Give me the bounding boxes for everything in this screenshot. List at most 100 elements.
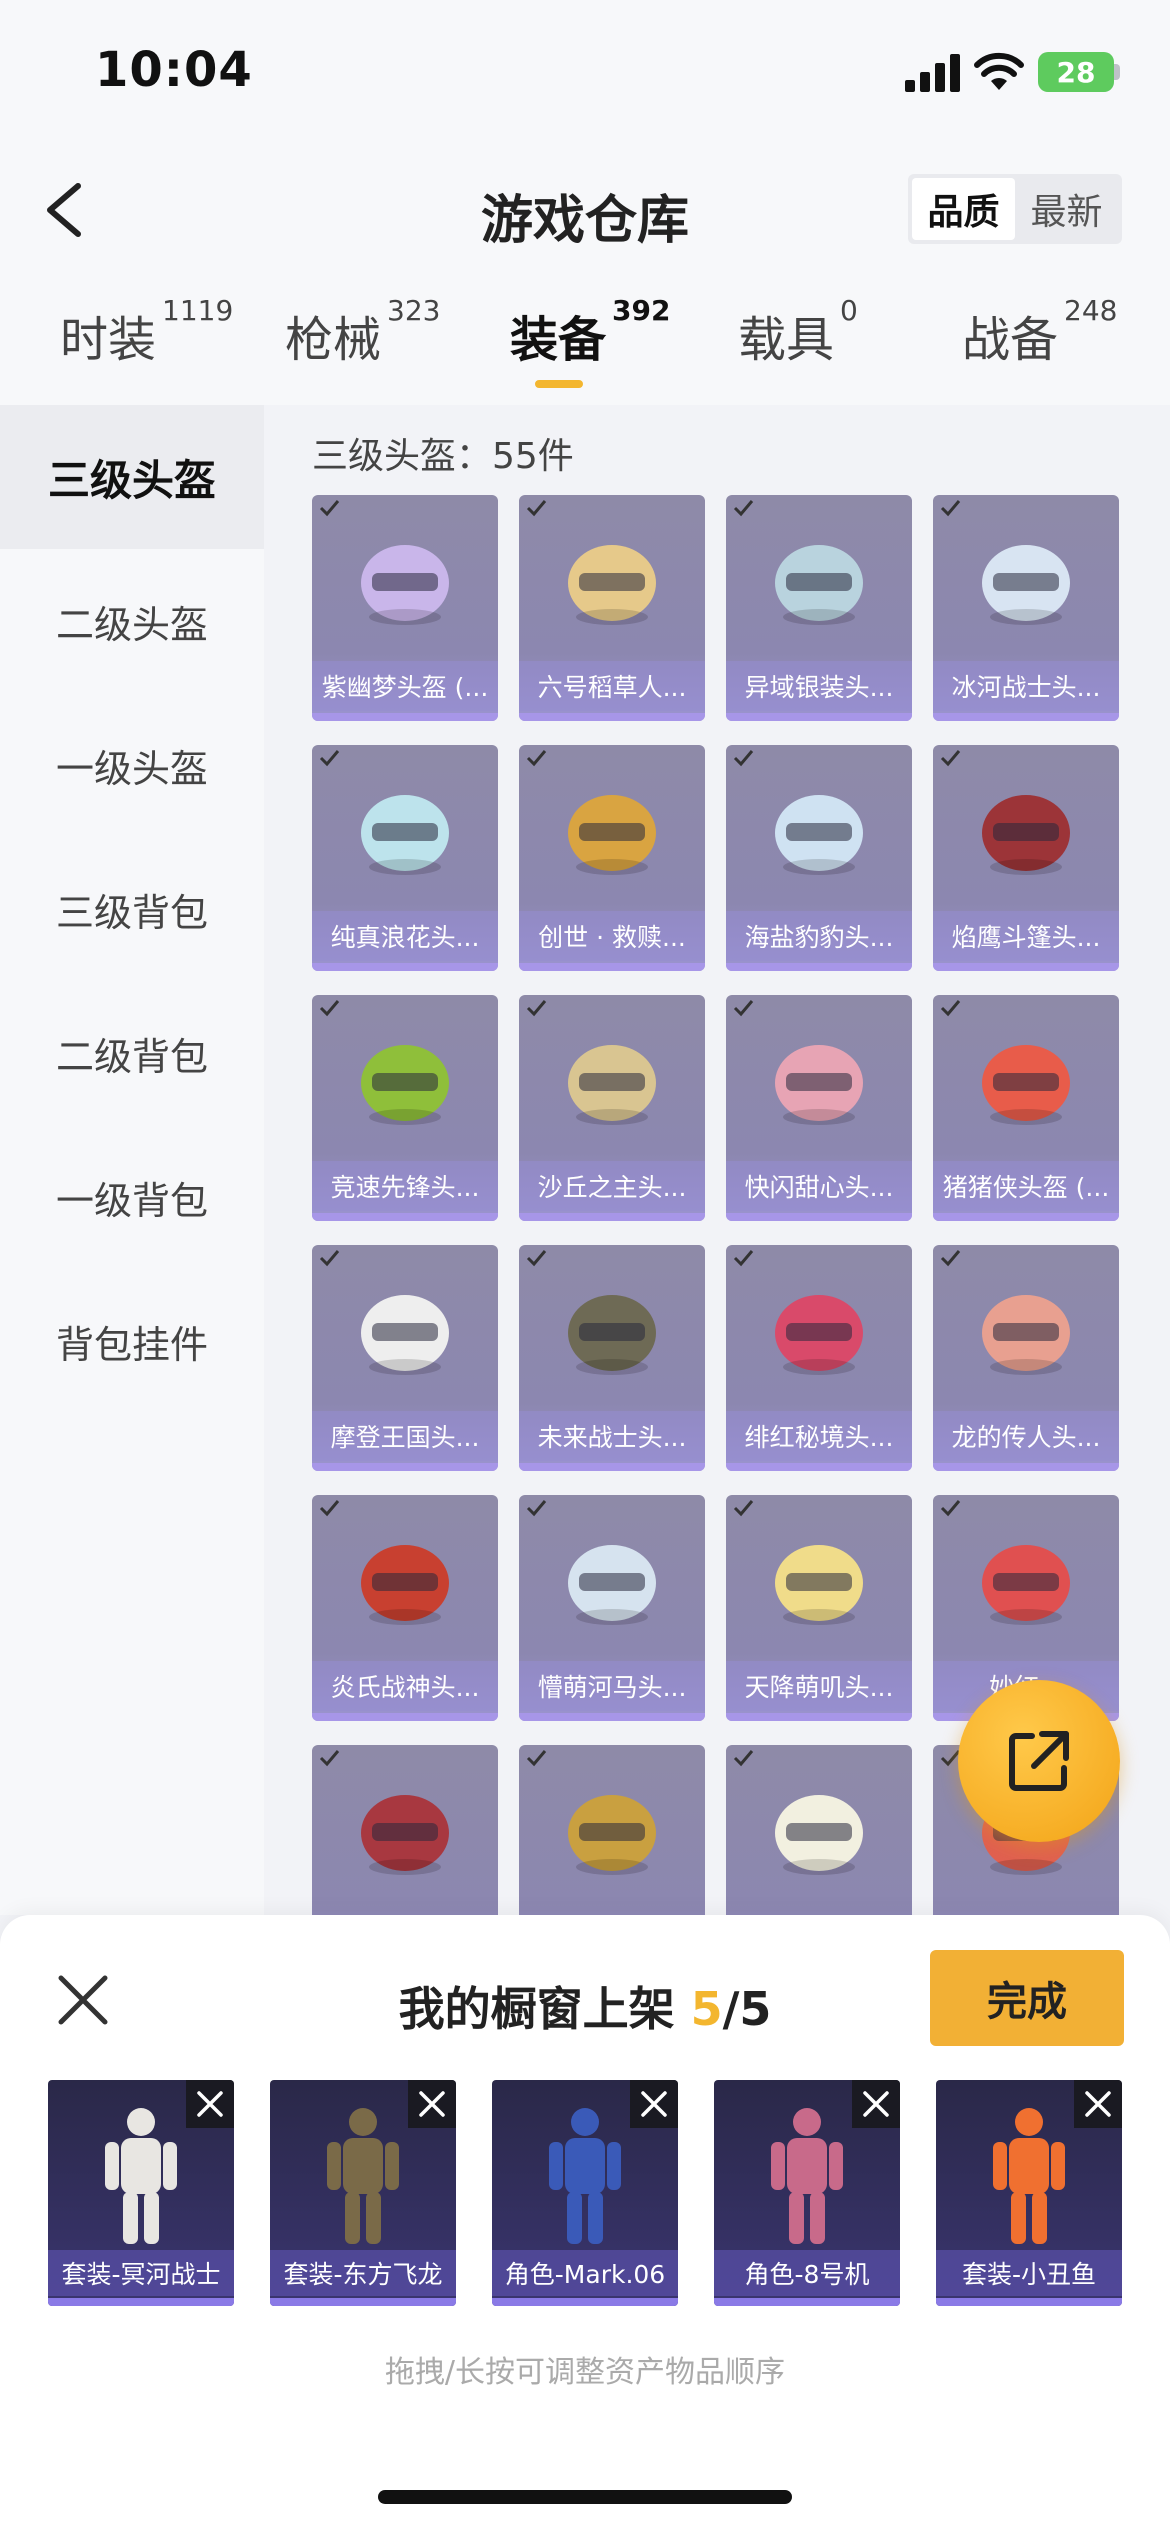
check-icon — [319, 1250, 340, 1267]
helmet-icon — [568, 1795, 656, 1875]
remove-icon[interactable] — [852, 2080, 900, 2128]
check-icon — [733, 1250, 754, 1267]
remove-icon[interactable] — [630, 2080, 678, 2128]
check-icon — [733, 1000, 754, 1017]
helmet-icon — [568, 545, 656, 625]
helmet-icon — [775, 1545, 863, 1625]
tab-count: 1119 — [162, 294, 234, 327]
item-card[interactable]: 海盐豹豹头... — [726, 745, 912, 971]
tab-fashion[interactable]: 时装1119 — [60, 294, 233, 370]
showcase-slot[interactable]: 套装-冥河战士 — [48, 2080, 234, 2306]
character-icon — [549, 2108, 621, 2244]
showcase-slot[interactable]: 角色-Mark.06 — [492, 2080, 678, 2306]
item-card[interactable]: 猪猪侠头盔 (... — [933, 995, 1119, 1221]
item-card[interactable] — [519, 1745, 705, 1915]
sort-newest-button[interactable]: 最新 — [1015, 178, 1118, 240]
showcase-slot[interactable]: 角色-8号机 — [714, 2080, 900, 2306]
item-count-header: 三级头盔：55件 — [312, 436, 574, 477]
item-card[interactable]: 未来战士头... — [519, 1245, 705, 1471]
item-card-label: 焰鹰斗篷头... — [933, 911, 1119, 961]
tab-label: 装备 — [510, 312, 607, 368]
check-icon — [526, 1500, 547, 1517]
check-icon — [319, 1000, 340, 1017]
helmet-icon — [775, 795, 863, 875]
tab-count: 392 — [612, 294, 671, 327]
tab-count: 0 — [840, 294, 858, 327]
helmet-icon — [982, 1045, 1070, 1125]
item-card[interactable]: 龙的传人头... — [933, 1245, 1119, 1471]
item-card-label: 竞速先锋头... — [312, 1161, 498, 1211]
item-card-label: 摩登王国头... — [312, 1411, 498, 1461]
character-icon — [771, 2108, 843, 2244]
sidebar-item-level3-backpack[interactable]: 三级背包 — [0, 837, 264, 981]
helmet-icon — [568, 1045, 656, 1125]
item-card[interactable]: 快闪甜心头... — [726, 995, 912, 1221]
item-card-label: 纯真浪花头... — [312, 911, 498, 961]
item-card[interactable]: 炎氏战神头... — [312, 1495, 498, 1721]
helmet-icon — [775, 1795, 863, 1875]
showcase-count-total: /5 — [722, 1982, 772, 2036]
check-icon — [526, 1250, 547, 1267]
tab-label: 战备 — [962, 312, 1059, 368]
helmet-icon — [568, 1545, 656, 1625]
check-icon — [526, 1000, 547, 1017]
item-card[interactable]: 异域银装头... — [726, 495, 912, 721]
sidebar-item-level3-helmet[interactable]: 三级头盔 — [0, 405, 264, 549]
character-icon — [993, 2108, 1065, 2244]
showcase-slot-label: 角色-Mark.06 — [492, 2250, 678, 2296]
showcase-slot[interactable]: 套装-东方飞龙 — [270, 2080, 456, 2306]
item-card[interactable]: 天降萌叽头... — [726, 1495, 912, 1721]
tab-label: 枪械 — [285, 312, 382, 368]
status-time: 10:04 — [95, 42, 253, 98]
item-card[interactable] — [726, 1745, 912, 1915]
sidebar-item-level1-helmet[interactable]: 一级头盔 — [0, 693, 264, 837]
remove-icon[interactable] — [1074, 2080, 1122, 2128]
remove-icon[interactable] — [408, 2080, 456, 2128]
item-card[interactable]: 纯真浪花头... — [312, 745, 498, 971]
check-icon — [733, 500, 754, 517]
item-card-label: 冰河战士头... — [933, 661, 1119, 711]
item-card-label: 猪猪侠头盔 (... — [933, 1161, 1119, 1211]
showcase-count-current: 5 — [690, 1982, 723, 2036]
tab-count: 248 — [1064, 294, 1118, 327]
sidebar-item-level2-helmet[interactable]: 二级头盔 — [0, 549, 264, 693]
remove-icon[interactable] — [186, 2080, 234, 2128]
home-indicator — [378, 2490, 792, 2504]
showcase-slot-label: 套装-东方飞龙 — [270, 2250, 456, 2296]
item-card[interactable]: 沙丘之主头... — [519, 995, 705, 1221]
helmet-icon — [361, 1295, 449, 1375]
item-card[interactable]: 摩登王国头... — [312, 1245, 498, 1471]
item-card[interactable] — [312, 1745, 498, 1915]
item-card[interactable]: 懵萌河马头... — [519, 1495, 705, 1721]
helmet-icon — [982, 545, 1070, 625]
tab-weapons[interactable]: 枪械323 — [285, 294, 440, 370]
sort-quality-button[interactable]: 品质 — [912, 178, 1015, 240]
sort-toggle: 品质 最新 — [908, 174, 1122, 244]
item-card[interactable]: 创世 · 救赎... — [519, 745, 705, 971]
item-card-label: 天降萌叽头... — [726, 1661, 912, 1711]
item-card[interactable]: 竞速先锋头... — [312, 995, 498, 1221]
tab-vehicles[interactable]: 载具0 — [738, 294, 858, 370]
item-card[interactable]: 冰河战士头... — [933, 495, 1119, 721]
showcase-slot[interactable]: 套装-小丑鱼 — [936, 2080, 1122, 2306]
item-card-label: 绯红秘境头... — [726, 1411, 912, 1461]
sidebar: 三级头盔 二级头盔 一级头盔 三级背包 二级背包 一级背包 背包挂件 — [0, 405, 264, 1915]
check-icon — [940, 750, 961, 767]
item-card[interactable]: 绯红秘境头... — [726, 1245, 912, 1471]
item-card[interactable]: 六号稻草人... — [519, 495, 705, 721]
nav-bar: 游戏仓库 品质 最新 — [0, 150, 1170, 270]
item-card[interactable]: 紫幽梦头盔 (... — [312, 495, 498, 721]
sidebar-item-level2-backpack[interactable]: 二级背包 — [0, 981, 264, 1125]
status-bar: 10:04 28 — [0, 0, 1170, 150]
done-button[interactable]: 完成 — [930, 1950, 1124, 2046]
battery-icon: 28 — [1038, 52, 1114, 92]
tab-supplies[interactable]: 战备248 — [962, 294, 1117, 370]
share-button[interactable] — [958, 1680, 1120, 1842]
tab-count: 323 — [387, 294, 441, 327]
item-card[interactable]: 焰鹰斗篷头... — [933, 745, 1119, 971]
tab-equipment[interactable]: 装备392 — [510, 294, 670, 370]
sidebar-item-backpack-charm[interactable]: 背包挂件 — [0, 1269, 264, 1413]
item-card-label: 龙的传人头... — [933, 1411, 1119, 1461]
item-card-label: 六号稻草人... — [519, 661, 705, 711]
sidebar-item-level1-backpack[interactable]: 一级背包 — [0, 1125, 264, 1269]
